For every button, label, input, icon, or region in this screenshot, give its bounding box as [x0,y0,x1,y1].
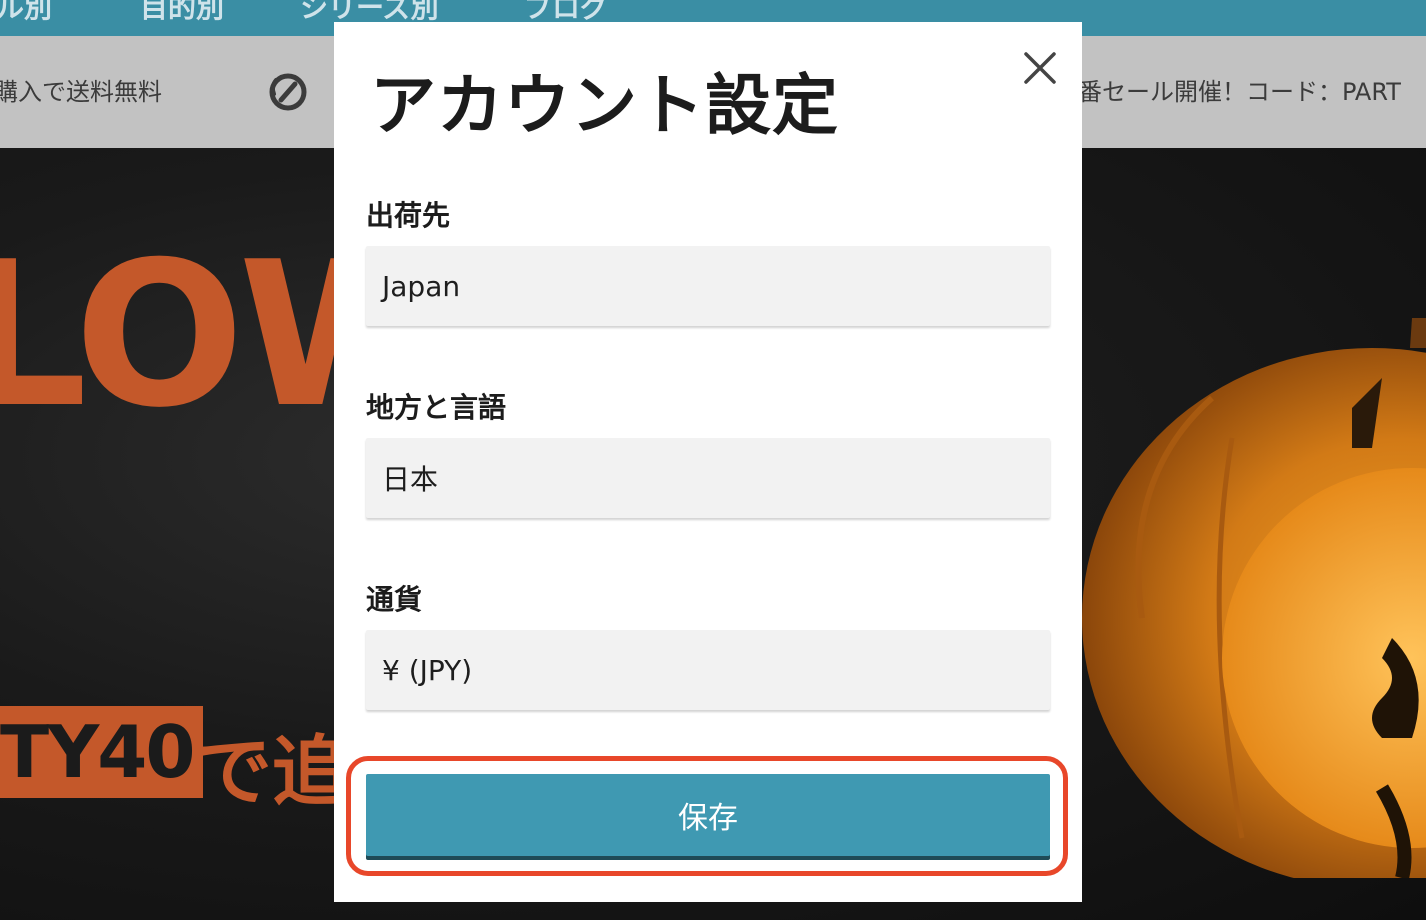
close-icon [1024,52,1056,84]
region-language-label: 地方と言語 [366,391,507,424]
account-settings-modal: アカウント設定 出荷先 Japan 地方と言語 日本 通貨 ¥ (JPY) 保存 [334,22,1082,902]
modal-title: アカウント設定 [370,67,839,144]
save-button[interactable]: 保存 [366,774,1050,856]
close-button[interactable] [1018,46,1062,90]
shipping-destination-value: Japan [382,269,461,303]
currency-label: 通貨 [366,583,423,616]
currency-value: ¥ (JPY) [382,653,473,687]
region-language-value: 日本 [382,463,439,496]
shipping-destination-label: 出荷先 [366,199,451,232]
shipping-destination-select[interactable]: Japan [366,246,1050,326]
region-language-select[interactable]: 日本 [366,438,1050,518]
currency-select[interactable]: ¥ (JPY) [366,630,1050,710]
